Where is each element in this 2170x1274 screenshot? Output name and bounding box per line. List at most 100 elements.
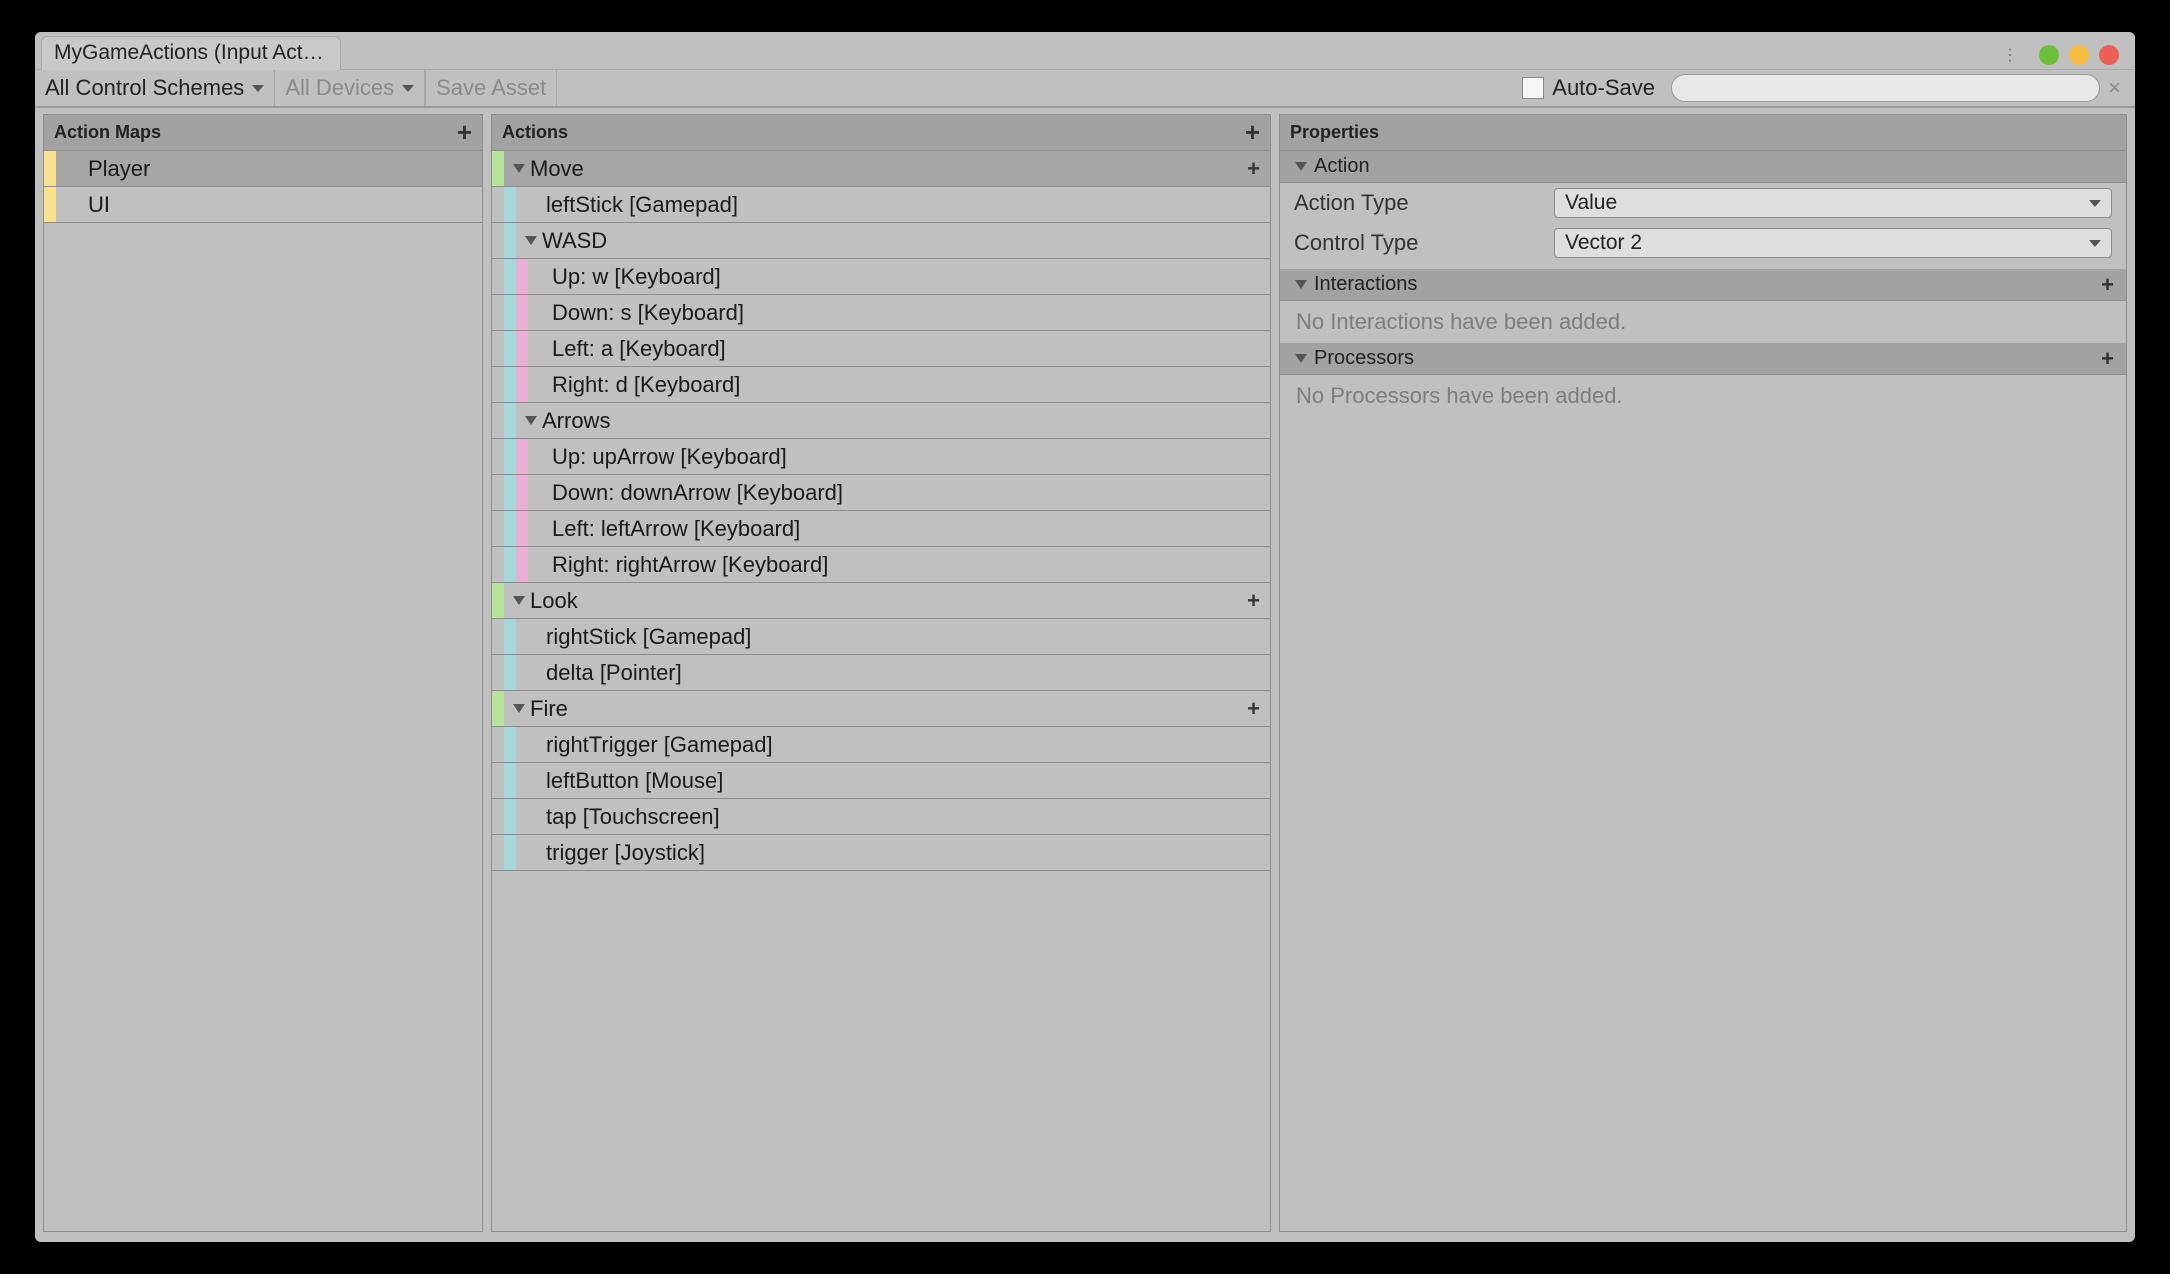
color-stripe xyxy=(504,511,516,546)
binding-item[interactable]: tap [Touchscreen] xyxy=(492,799,1270,835)
binding-item[interactable]: trigger [Joystick] xyxy=(492,835,1270,871)
add-binding-button[interactable]: + xyxy=(1247,588,1270,614)
control-type-dropdown[interactable]: Vector 2 xyxy=(1554,228,2112,258)
color-stripe xyxy=(44,151,56,186)
action-label: Fire xyxy=(528,696,568,722)
action-maps-panel: Action Maps + Player UI xyxy=(43,114,483,1232)
processors-section-label: Processors xyxy=(1314,347,1414,370)
binding-item[interactable]: Up: upArrow [Keyboard] xyxy=(492,439,1270,475)
color-stripe xyxy=(516,511,528,546)
binding-label: trigger [Joystick] xyxy=(544,840,705,866)
color-stripe xyxy=(516,367,528,402)
add-binding-button[interactable]: + xyxy=(1247,696,1270,722)
processors-section-header[interactable]: Processors + xyxy=(1280,343,2126,375)
foldout-icon[interactable] xyxy=(522,236,540,245)
binding-label: Down: downArrow [Keyboard] xyxy=(550,480,843,506)
foldout-icon xyxy=(1292,280,1310,289)
interactions-section-header[interactable]: Interactions + xyxy=(1280,269,2126,301)
foldout-icon[interactable] xyxy=(510,704,528,713)
save-asset-button[interactable]: Save Asset xyxy=(425,70,557,106)
menu-dots-icon[interactable]: ⋮ xyxy=(2002,45,2019,65)
binding-item[interactable]: Right: rightArrow [Keyboard] xyxy=(492,547,1270,583)
action-type-value: Value xyxy=(1565,191,1617,215)
add-processor-button[interactable]: + xyxy=(2101,346,2114,372)
color-stripe xyxy=(504,439,516,474)
search-input[interactable] xyxy=(1671,74,2100,102)
titlebar: MyGameActions (Input Act… ⋮ xyxy=(35,32,2135,70)
composite-item[interactable]: WASD xyxy=(492,223,1270,259)
color-stripe xyxy=(492,691,504,726)
minimize-button[interactable] xyxy=(2039,45,2059,65)
binding-label: Right: d [Keyboard] xyxy=(550,372,740,398)
window-tab[interactable]: MyGameActions (Input Act… xyxy=(41,36,341,70)
properties-panel: Properties Action Action Type Value Cont… xyxy=(1279,114,2127,1232)
binding-item[interactable]: leftStick [Gamepad] xyxy=(492,187,1270,223)
clear-search-icon[interactable]: × xyxy=(2100,75,2129,101)
binding-label: delta [Pointer] xyxy=(544,660,682,686)
color-stripe xyxy=(492,151,504,186)
binding-item[interactable]: Left: leftArrow [Keyboard] xyxy=(492,511,1270,547)
action-map-item[interactable]: UI xyxy=(44,187,482,223)
color-stripe xyxy=(504,475,516,510)
add-interaction-button[interactable]: + xyxy=(2101,272,2114,298)
window-controls: ⋮ xyxy=(2002,45,2129,69)
binding-label: leftStick [Gamepad] xyxy=(544,192,738,218)
binding-item[interactable]: rightStick [Gamepad] xyxy=(492,619,1270,655)
properties-title: Properties xyxy=(1290,122,1379,143)
color-stripe xyxy=(504,835,516,870)
save-asset-label: Save Asset xyxy=(436,75,546,101)
add-binding-button[interactable]: + xyxy=(1247,156,1270,182)
devices-dropdown[interactable]: All Devices xyxy=(275,70,425,106)
foldout-icon[interactable] xyxy=(510,164,528,173)
devices-label: All Devices xyxy=(285,75,394,101)
binding-item[interactable]: Right: d [Keyboard] xyxy=(492,367,1270,403)
toolbar-spacer xyxy=(557,70,1522,106)
properties-header: Properties xyxy=(1280,115,2126,151)
binding-item[interactable]: Down: downArrow [Keyboard] xyxy=(492,475,1270,511)
add-action-button[interactable]: + xyxy=(1245,117,1260,148)
binding-item[interactable]: rightTrigger [Gamepad] xyxy=(492,727,1270,763)
color-stripe xyxy=(504,799,516,834)
color-stripe xyxy=(516,295,528,330)
binding-item[interactable]: Left: a [Keyboard] xyxy=(492,331,1270,367)
foldout-icon[interactable] xyxy=(522,416,540,425)
action-maps-title: Action Maps xyxy=(54,122,161,143)
editor-window: MyGameActions (Input Act… ⋮ All Control … xyxy=(35,32,2135,1242)
action-type-row: Action Type Value xyxy=(1280,183,2126,223)
processors-empty-message: No Processors have been added. xyxy=(1280,375,2126,417)
color-stripe xyxy=(516,547,528,582)
color-stripe xyxy=(504,547,516,582)
add-action-map-button[interactable]: + xyxy=(457,117,472,148)
action-item[interactable]: Look + xyxy=(492,583,1270,619)
actions-panel: Actions + Move + leftStick [Gamepad] WA xyxy=(491,114,1271,1232)
binding-item[interactable]: delta [Pointer] xyxy=(492,655,1270,691)
action-section-header[interactable]: Action xyxy=(1280,151,2126,183)
binding-item[interactable]: Up: w [Keyboard] xyxy=(492,259,1270,295)
action-type-dropdown[interactable]: Value xyxy=(1554,188,2112,218)
binding-label: Right: rightArrow [Keyboard] xyxy=(550,552,828,578)
control-type-value: Vector 2 xyxy=(1565,231,1642,255)
color-stripe xyxy=(504,727,516,762)
color-stripe xyxy=(492,583,504,618)
auto-save-toggle[interactable]: Auto-Save xyxy=(1522,70,1655,106)
control-schemes-dropdown[interactable]: All Control Schemes xyxy=(35,70,275,106)
binding-label: Up: upArrow [Keyboard] xyxy=(550,444,787,470)
color-stripe xyxy=(504,187,516,222)
close-button[interactable] xyxy=(2099,45,2119,65)
action-maps-header: Action Maps + xyxy=(44,115,482,151)
foldout-icon[interactable] xyxy=(510,596,528,605)
checkbox-icon[interactable] xyxy=(1522,77,1544,99)
zoom-button[interactable] xyxy=(2069,45,2089,65)
binding-item[interactable]: Down: s [Keyboard] xyxy=(492,295,1270,331)
composite-item[interactable]: Arrows xyxy=(492,403,1270,439)
action-item[interactable]: Move + xyxy=(492,151,1270,187)
action-item[interactable]: Fire + xyxy=(492,691,1270,727)
actions-title: Actions xyxy=(502,122,568,143)
binding-item[interactable]: leftButton [Mouse] xyxy=(492,763,1270,799)
action-map-item[interactable]: Player xyxy=(44,151,482,187)
color-stripe xyxy=(504,223,516,258)
binding-label: Left: leftArrow [Keyboard] xyxy=(550,516,800,542)
color-stripe xyxy=(504,259,516,294)
auto-save-label: Auto-Save xyxy=(1552,75,1655,101)
binding-label: leftButton [Mouse] xyxy=(544,768,723,794)
